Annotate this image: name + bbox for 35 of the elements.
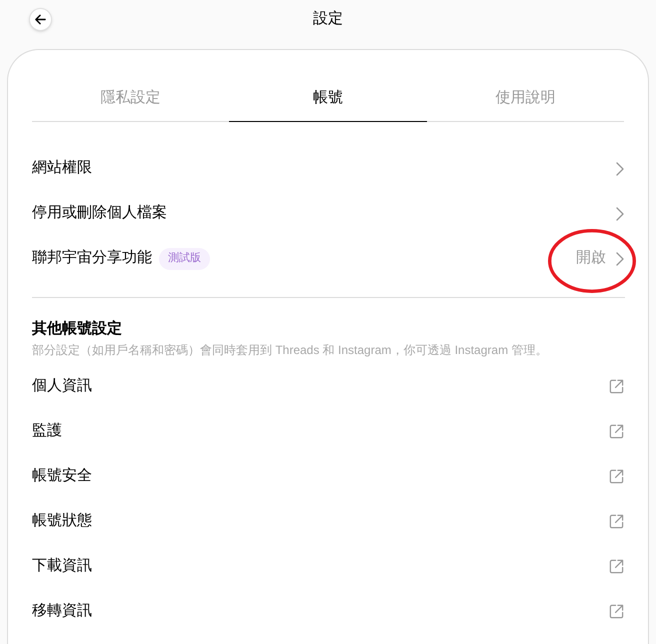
settings-row[interactable]: 監護 <box>32 409 625 454</box>
row-value: 開啟 <box>576 248 606 268</box>
settings-row[interactable]: 停用或刪除個人檔案 <box>32 191 625 236</box>
settings-row[interactable]: 網站權限 <box>32 146 625 191</box>
external-link-icon <box>609 604 624 619</box>
row-label: 下載資訊 <box>32 556 92 576</box>
settings-row[interactable]: 個人資訊 <box>32 364 625 409</box>
settings-row[interactable]: 移轉資訊 <box>32 589 625 634</box>
section-heading: 其他帳號設定 <box>32 319 123 339</box>
settings-row[interactable]: 聯邦宇宙分享功能 測試版 開啟 <box>32 236 625 281</box>
beta-badge: 測試版 <box>159 248 210 270</box>
section-description: 部分設定（如用戶名稱和密碼）會同時套用到 Threads 和 Instagram，你可透過 Instagram 管理。 <box>32 342 548 358</box>
row-label: 聯邦宇宙分享功能 <box>32 248 152 268</box>
row-label: 移轉資訊 <box>32 601 92 622</box>
row-label: 網站權限 <box>32 158 92 178</box>
external-link-icon <box>609 379 624 394</box>
arrow-left-icon <box>35 14 46 24</box>
back-button[interactable] <box>29 8 52 30</box>
page-title: 設定 <box>313 9 343 29</box>
external-link-icon <box>609 514 624 529</box>
settings-row[interactable]: 帳號安全 <box>32 454 625 499</box>
row-label: 帳號安全 <box>32 466 92 486</box>
tab[interactable]: 帳號 <box>229 75 427 122</box>
chevron-right-icon <box>616 206 624 220</box>
external-link-icon <box>609 469 624 484</box>
chevron-right-icon <box>616 162 624 176</box>
chevron-right-icon <box>616 252 624 266</box>
row-label: 帳號狀態 <box>32 511 92 532</box>
row-label: 監護 <box>32 421 62 442</box>
row-label: 停用或刪除個人檔案 <box>32 203 167 224</box>
external-link-icon <box>609 424 624 439</box>
external-link-icon <box>609 559 624 574</box>
row-label: 個人資訊 <box>32 376 92 396</box>
settings-row[interactable]: 帳號狀態 <box>32 499 625 544</box>
settings-row[interactable]: 下載資訊 <box>32 544 625 589</box>
